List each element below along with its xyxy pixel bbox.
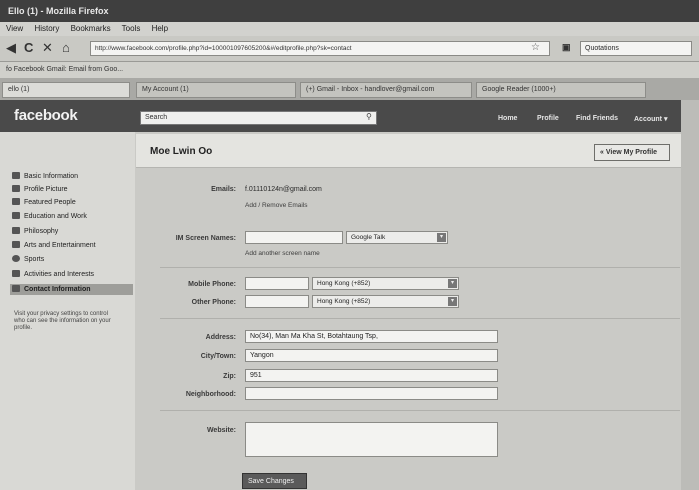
address-label: Address: xyxy=(205,334,236,341)
sidebar-item-label: Arts and Entertainment xyxy=(24,242,96,249)
sidebar-item-label: Featured People xyxy=(24,199,76,206)
window-title: Ello (1) - Mozilla Firefox xyxy=(0,0,699,22)
mobile-country-value: Hong Kong (+852) xyxy=(317,280,371,287)
people-icon xyxy=(12,198,20,205)
stop-icon[interactable]: ✕ xyxy=(42,41,53,55)
zip-input[interactable]: 951 xyxy=(245,369,498,382)
mobile-country-select[interactable]: Hong Kong (+852) ▾ xyxy=(312,277,459,290)
bookmarks-bar[interactable]: fo Facebook Gmail: Email from Goo... xyxy=(0,62,699,78)
other-country-select[interactable]: Hong Kong (+852) ▾ xyxy=(312,295,459,308)
neighborhood-input[interactable] xyxy=(245,387,498,400)
menu-view[interactable]: View xyxy=(6,24,23,33)
neighborhood-label: Neighborhood: xyxy=(185,391,236,398)
other-phone-input[interactable] xyxy=(245,295,309,308)
menu-bookmarks[interactable]: Bookmarks xyxy=(71,24,111,33)
sidebar-item-label: Education and Work xyxy=(24,213,87,220)
url-input[interactable]: http://www.facebook.com/profile.php?id=1… xyxy=(90,41,550,56)
emails-label: Emails: xyxy=(211,186,236,193)
divider xyxy=(160,267,680,268)
view-my-profile-button[interactable]: « View My Profile xyxy=(594,144,670,161)
website-label: Website: xyxy=(206,427,236,434)
tab-gmail[interactable]: (+) Gmail - Inbox - handlover@gmail.com xyxy=(300,82,472,98)
sidebar-item-profile-picture[interactable]: Profile Picture xyxy=(12,185,68,193)
menu-help[interactable]: Help xyxy=(152,24,168,33)
back-icon[interactable]: ◀ xyxy=(6,41,16,55)
add-remove-emails-link[interactable]: Add / Remove Emails xyxy=(245,202,308,209)
city-town-input[interactable]: Yangon xyxy=(245,349,498,362)
im-service-value: Google Talk xyxy=(351,234,386,241)
chevron-down-icon: ▾ xyxy=(437,233,446,242)
sidebar-item-philosophy[interactable]: Philosophy xyxy=(12,227,58,235)
browser-search-input[interactable]: Quotations xyxy=(580,41,692,56)
email-value: f.01110124n@gmail.com xyxy=(245,186,322,193)
nav-find-friends[interactable]: Find Friends xyxy=(576,115,618,122)
add-screen-name-link[interactable]: Add another screen name xyxy=(245,250,320,257)
privacy-help-text[interactable]: Visit your privacy settings to control w… xyxy=(14,311,114,332)
address-input[interactable]: No(34), Man Ma Kha St, Botahtaung Tsp, xyxy=(245,330,498,343)
tab-facebook[interactable]: ello (1) xyxy=(2,82,130,98)
search-engine-icon[interactable]: ▣ xyxy=(562,42,571,53)
im-label: IM Screen Names: xyxy=(175,235,236,242)
sidebar-item-featured-people[interactable]: Featured People xyxy=(12,198,76,206)
sidebar-item-label: Activities and Interests xyxy=(24,271,95,278)
facebook-search-input[interactable]: Search xyxy=(140,111,377,125)
sidebar-item-label: Profile Picture xyxy=(24,186,68,193)
im-service-select[interactable]: Google Talk ▾ xyxy=(346,231,448,244)
tab-strip: ello (1) My Account (1) (+) Gmail - Inbo… xyxy=(0,78,699,100)
divider xyxy=(160,318,680,319)
sidebar-item-education-work[interactable]: Education and Work xyxy=(12,212,87,220)
mobile-phone-input[interactable] xyxy=(245,277,309,290)
mobile-phone-label: Mobile Phone: xyxy=(188,281,236,288)
other-country-value: Hong Kong (+852) xyxy=(317,298,371,305)
scrollbar[interactable] xyxy=(681,100,699,490)
sidebar-item-activities-interests[interactable]: Activities and Interests xyxy=(12,270,94,278)
zip-label: Zip: xyxy=(223,373,236,380)
book-icon xyxy=(12,227,20,234)
profile-name: Moe Lwin Oo xyxy=(150,146,213,157)
pencil-icon xyxy=(12,270,20,277)
nav-profile[interactable]: Profile xyxy=(537,115,559,122)
sidebar-item-contact-information[interactable]: Contact Information xyxy=(12,285,91,293)
search-icon[interactable]: ⚲ xyxy=(366,112,372,121)
id-card-icon xyxy=(12,172,20,179)
website-textarea[interactable] xyxy=(245,422,498,457)
tab-google-reader[interactable]: Google Reader (1000+) xyxy=(476,82,646,98)
contact-icon xyxy=(12,285,20,292)
sidebar-item-sports[interactable]: Sports xyxy=(12,255,44,263)
bookmark-star-icon[interactable]: ☆ xyxy=(531,42,540,53)
nav-account[interactable]: Account ▾ xyxy=(634,115,667,123)
divider xyxy=(160,410,680,411)
sidebar-item-label: Contact Information xyxy=(24,286,91,293)
other-phone-label: Other Phone: xyxy=(191,299,236,306)
ball-icon xyxy=(12,255,20,262)
sidebar-item-basic-information[interactable]: Basic Information xyxy=(12,172,78,180)
menu-history[interactable]: History xyxy=(34,24,59,33)
chevron-down-icon: ▾ xyxy=(448,297,457,306)
chevron-down-icon: ▾ xyxy=(448,279,457,288)
city-town-label: City/Town: xyxy=(200,353,236,360)
menu-bar: View History Bookmarks Tools Help xyxy=(0,22,699,36)
facebook-logo[interactable]: facebook xyxy=(14,107,78,124)
picture-icon xyxy=(12,185,20,192)
menu-tools[interactable]: Tools xyxy=(122,24,141,33)
im-screen-name-input[interactable] xyxy=(245,231,343,244)
save-changes-button[interactable]: Save Changes xyxy=(242,473,307,489)
sidebar-item-label: Sports xyxy=(24,256,45,263)
sidebar-item-label: Basic Information xyxy=(24,173,79,180)
reload-icon[interactable]: C xyxy=(24,41,33,55)
graduation-icon xyxy=(12,212,20,219)
nav-home[interactable]: Home xyxy=(498,115,517,122)
film-icon xyxy=(12,241,20,248)
sidebar-item-arts-entertainment[interactable]: Arts and Entertainment xyxy=(12,241,96,249)
sidebar-item-label: Philosophy xyxy=(24,228,59,235)
home-icon[interactable]: ⌂ xyxy=(62,41,70,55)
tab-my-account[interactable]: My Account (1) xyxy=(136,82,296,98)
